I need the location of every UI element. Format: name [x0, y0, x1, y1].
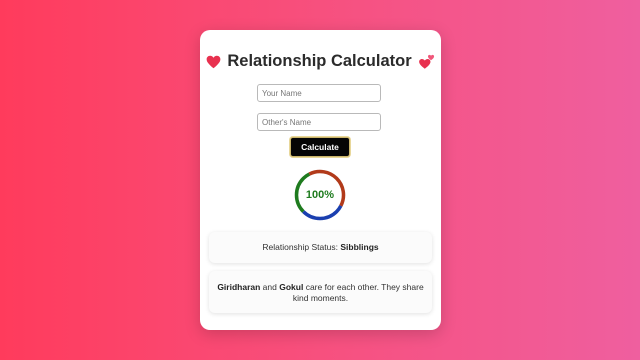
message-name-one: Giridharan	[217, 282, 261, 292]
status-label: Relationship Status:	[262, 242, 338, 252]
two-hearts-icon	[418, 54, 435, 70]
percentage-gauge: 100%	[294, 169, 346, 221]
status-panel: Relationship Status: Sibblings	[209, 232, 432, 263]
other-name-input[interactable]	[257, 113, 381, 131]
page-title: Relationship Calculator	[200, 52, 441, 71]
message-panel: Giridharan and Gokul care for each other…	[209, 271, 432, 313]
message-name-two: Gokul	[279, 282, 304, 292]
message-text: care for each other. They share kind mom…	[292, 282, 424, 303]
message-joiner: and	[262, 282, 277, 292]
heart-icon	[206, 55, 221, 69]
calculator-card: Relationship Calculator Calculate 100% R…	[200, 30, 441, 330]
status-value: Sibblings	[340, 242, 379, 252]
title-text: Relationship Calculator	[227, 52, 412, 71]
percentage-value: 100%	[305, 189, 335, 201]
calculate-button[interactable]: Calculate	[290, 137, 350, 157]
your-name-input[interactable]	[257, 84, 381, 102]
